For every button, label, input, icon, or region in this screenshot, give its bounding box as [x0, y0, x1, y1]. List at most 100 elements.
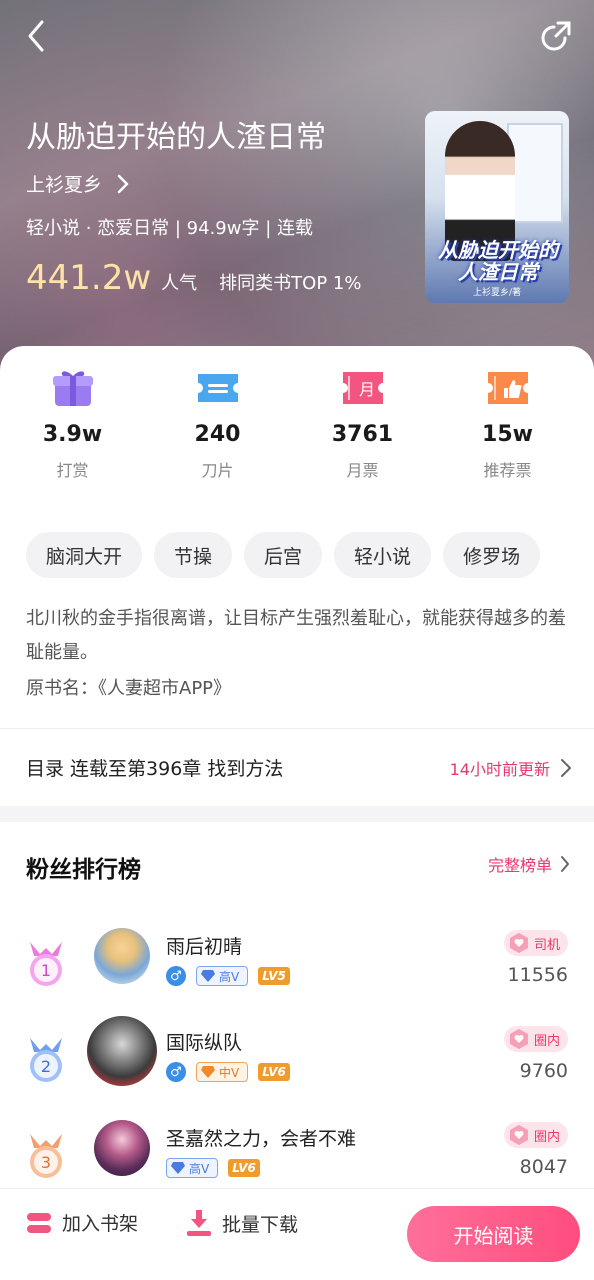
- fan-badges: 高V LV6: [166, 1158, 260, 1178]
- full-ranking-label: 完整榜单: [487, 856, 552, 875]
- fan-title-badge: 圈内: [503, 1026, 568, 1052]
- fan-badges: ♂ 高V LV5: [166, 966, 290, 986]
- fan-name: 圣嘉然之力，会者不难: [166, 1128, 357, 1150]
- fan-ranking-title: 粉丝排行榜: [26, 857, 141, 883]
- fan-row[interactable]: 1 雨后初晴 ♂ 高V LV5 司机 11556: [0, 924, 594, 1004]
- chevron-right-icon: [561, 758, 571, 777]
- add-to-shelf-button[interactable]: 加入书架: [26, 1209, 138, 1236]
- silver-medal-icon: 2: [30, 1038, 62, 1082]
- gift-monthly-ticket[interactable]: 月 3761 月票: [290, 368, 435, 481]
- book-hero: 从胁迫开始的人渣日常 上衫夏乡 轻小说 · 恋爱日常 | 94.9w字 | 连载…: [0, 0, 594, 372]
- cover-whiteboard: [507, 123, 563, 223]
- share-icon: [541, 21, 571, 51]
- toc-text: 目录 连载至第396章 找到方法: [26, 758, 284, 780]
- gift-value: 3.9w: [42, 422, 103, 447]
- popularity-label: 人气: [161, 273, 198, 294]
- thumbs-up-ticket-icon: [487, 372, 528, 404]
- medal-rank: 1: [41, 961, 51, 980]
- batch-download-button[interactable]: 批量下载: [186, 1209, 298, 1237]
- monthly-ticket-icon: 月: [342, 372, 383, 404]
- tag-list: 脑洞大开 节操 后宫 轻小说 修罗场: [26, 532, 541, 578]
- tag-item[interactable]: 脑洞大开: [26, 532, 143, 578]
- gift-icon: [52, 371, 93, 406]
- table-of-contents-row[interactable]: 目录 连载至第396章 找到方法 14小时前更新: [26, 754, 572, 781]
- popularity-stats: 441.2w 人气 排同类书TOP 1%: [26, 258, 361, 298]
- cover-title: 从胁迫开始的人渣日常: [438, 238, 558, 284]
- bottom-action-bar: 加入书架 批量下载 开始阅读: [0, 1188, 594, 1280]
- diamond-icon: [201, 970, 215, 982]
- diamond-icon: [201, 1066, 215, 1078]
- book-title: 从胁迫开始的人渣日常: [26, 120, 326, 155]
- add-to-shelf-label: 加入书架: [62, 1213, 139, 1235]
- level-badge: LV5: [258, 967, 290, 985]
- medal-rank: 2: [41, 1057, 51, 1076]
- vip-label: 中V: [219, 1065, 240, 1080]
- book-meta: 轻小说 · 恋爱日常 | 94.9w字 | 连载: [26, 218, 313, 239]
- gift-label: 推荐票: [483, 461, 532, 480]
- chevron-right-icon: [117, 174, 129, 193]
- gift-label: 刀片: [201, 461, 234, 480]
- vip-badge: 中V: [196, 1062, 249, 1082]
- gold-medal-icon: 1: [30, 942, 62, 986]
- fan-badges: ♂ 中V LV6: [166, 1062, 290, 1082]
- avatar[interactable]: [94, 928, 150, 984]
- book-cover[interactable]: 从胁迫开始的人渣日常 上衫夏乡/著: [425, 111, 569, 303]
- tag-item[interactable]: 修罗场: [443, 532, 541, 578]
- original-book-name: 原书名：《人妻超市APP》: [26, 678, 232, 699]
- author-name: 上衫夏乡: [26, 174, 103, 196]
- fan-ranking-section: 粉丝排行榜 完整榜单 1 雨后初晴 ♂ 高V LV5 司机 11556 2 国际…: [0, 822, 594, 1188]
- medal-rank: 3: [41, 1153, 51, 1172]
- diamond-icon: [171, 1162, 185, 1174]
- bookshelf-icon: [27, 1212, 51, 1233]
- gift-row: 3.9w 打赏 240 刀片 月 3761 月票 15w 推荐票: [0, 368, 594, 481]
- tag-item[interactable]: 后宫: [244, 532, 323, 578]
- monthly-ticket-glyph: 月: [358, 380, 374, 399]
- batch-download-label: 批量下载: [222, 1213, 299, 1236]
- book-description: 北川秋的金手指很离谱，让目标产生强烈羞耻心，就能获得越多的羞耻能量。: [26, 608, 566, 663]
- gift-recommend-ticket[interactable]: 15w 推荐票: [435, 368, 580, 481]
- download-icon: [187, 1210, 211, 1236]
- chevron-right-icon: [561, 856, 569, 872]
- vip-badge: 高V: [196, 966, 249, 986]
- share-button[interactable]: [538, 18, 574, 54]
- hexagon-heart-icon: [509, 1125, 528, 1145]
- full-ranking-link[interactable]: 完整榜单: [488, 852, 570, 876]
- cover-author: 上衫夏乡/著: [472, 288, 522, 298]
- back-button[interactable]: [20, 18, 56, 54]
- male-icon: ♂: [166, 1062, 186, 1082]
- avatar[interactable]: [87, 1016, 157, 1086]
- fan-title-label: 司机: [533, 937, 560, 953]
- gift-value: 3761: [331, 422, 394, 447]
- gift-blade[interactable]: 240 刀片: [145, 368, 290, 481]
- fan-title-badge: 司机: [503, 930, 568, 956]
- gift-value: 15w: [482, 422, 533, 447]
- gift-reward[interactable]: 3.9w 打赏: [0, 368, 145, 481]
- fan-score: 11556: [507, 964, 568, 986]
- fan-score: 8047: [519, 1156, 568, 1178]
- fan-row[interactable]: 2 国际纵队 ♂ 中V LV6 圈内 9760: [0, 1016, 594, 1100]
- start-reading-button[interactable]: 开始阅读: [407, 1206, 580, 1262]
- rank-text: 排同类书TOP 1%: [219, 273, 362, 294]
- vip-label: 高V: [219, 969, 240, 984]
- gift-value: 240: [194, 422, 241, 447]
- fan-title-label: 圈内: [533, 1129, 560, 1145]
- fan-name: 雨后初晴: [166, 936, 243, 958]
- avatar[interactable]: [94, 1120, 150, 1176]
- level-badge: LV6: [258, 1063, 290, 1081]
- author-link[interactable]: 上衫夏乡: [26, 170, 130, 197]
- male-icon: ♂: [166, 966, 186, 986]
- level-badge: LV6: [228, 1159, 260, 1177]
- divider: [0, 728, 594, 729]
- fan-row[interactable]: 3 圣嘉然之力，会者不难 高V LV6 圈内 8047: [0, 1116, 594, 1196]
- popularity-value: 441.2w: [26, 258, 152, 298]
- gift-label: 打赏: [56, 461, 89, 480]
- bronze-medal-icon: 3: [30, 1134, 62, 1178]
- vip-badge: 高V: [166, 1158, 219, 1178]
- fan-score: 9760: [519, 1060, 568, 1082]
- tag-item[interactable]: 轻小说: [334, 532, 432, 578]
- tag-item[interactable]: 节操: [154, 532, 233, 578]
- fan-title-label: 圈内: [533, 1033, 560, 1049]
- blade-icon: [197, 374, 238, 402]
- toc-update-time: 14小时前更新: [449, 759, 550, 779]
- vip-label: 高V: [189, 1161, 210, 1176]
